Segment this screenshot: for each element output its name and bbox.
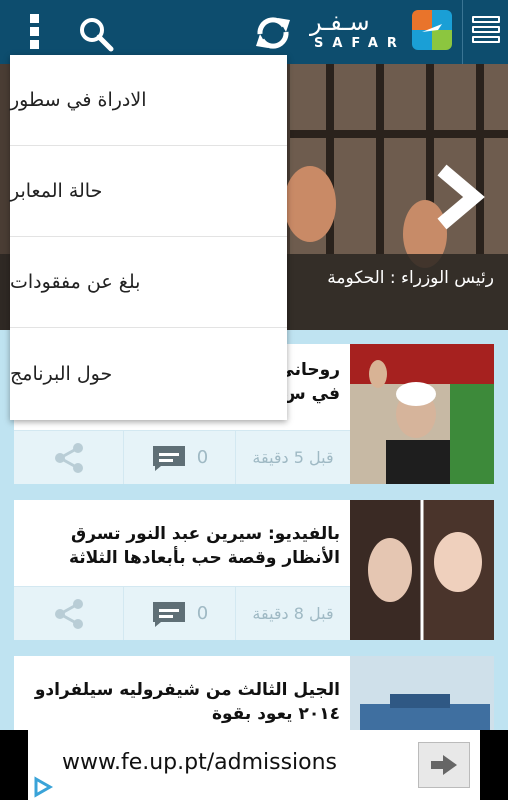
menu-item-label: الادراة في سطور [10,89,147,111]
article-title: بالفيديو: سيرين عبد النور تسرق الأنظار و… [68,524,340,568]
logo-english-text: SAFAR [314,36,406,51]
comment-icon [152,445,185,471]
ad-banner[interactable]: www.fe.up.pt/admissions [0,730,508,800]
toolbar-divider [462,0,463,64]
share-icon [54,598,83,629]
menu-item-label: حول البرنامج [10,362,113,385]
share-button[interactable] [14,587,124,640]
ad-content[interactable]: www.fe.up.pt/admissions [28,730,480,800]
comments-button[interactable]: 0 [124,587,236,640]
article-thumbnail [350,344,494,484]
article-title: الجيل الثالث من شيفروليه سيلفرادو ٢٠١٤ ي… [34,680,340,724]
comment-icon [152,601,185,627]
logo-arabic-text: سـفـر [310,8,370,36]
article-thumbnail [350,500,494,640]
logo-badge-icon [412,10,452,50]
hero-next-arrow-icon[interactable] [430,164,486,230]
share-icon [54,442,83,473]
article-time: قبل 8 دقيقة [252,604,334,623]
hero-caption: رئيس الوزراء : الحكومة [327,268,494,288]
ad-go-button[interactable] [418,742,470,788]
drawer-menu-icon[interactable] [472,16,500,48]
comment-count: 0 [196,447,209,468]
comments-button[interactable]: 0 [124,431,236,484]
app-logo: سـفـر SAFAR [306,8,456,58]
menu-item-label: حالة المعابر [10,180,103,202]
menu-item-about-app[interactable]: حول البرنامج [10,328,287,419]
arrow-right-icon [431,755,457,775]
search-icon[interactable] [76,14,116,54]
article-time: قبل 5 دقيقة [252,448,334,467]
menu-item-report-lost[interactable]: بلغ عن مفقودات [10,237,287,328]
menu-item-about-administration[interactable]: الادراة في سطور [10,55,287,146]
article-footer: 0 قبل 5 دقيقة [14,430,350,484]
overflow-dropdown-menu: الادراة في سطور حالة المعابر بلغ عن مفقو… [10,55,287,420]
ad-choices-icon[interactable] [30,774,56,800]
menu-item-crossings-status[interactable]: حالة المعابر [10,146,287,237]
article-footer: 0 قبل 8 دقيقة [14,586,350,640]
menu-item-label: بلغ عن مفقودات [10,271,141,293]
article-thumbnail [350,656,494,730]
overflow-menu-icon[interactable] [22,14,46,50]
ad-url[interactable]: www.fe.up.pt/admissions [62,750,337,775]
comment-count: 0 [196,603,209,624]
article-card[interactable]: الجيل الثالث من شيفروليه سيلفرادو ٢٠١٤ ي… [14,656,494,730]
article-card[interactable]: بالفيديو: سيرين عبد النور تسرق الأنظار و… [14,500,494,640]
refresh-icon[interactable] [252,12,294,54]
share-button[interactable] [14,431,124,484]
